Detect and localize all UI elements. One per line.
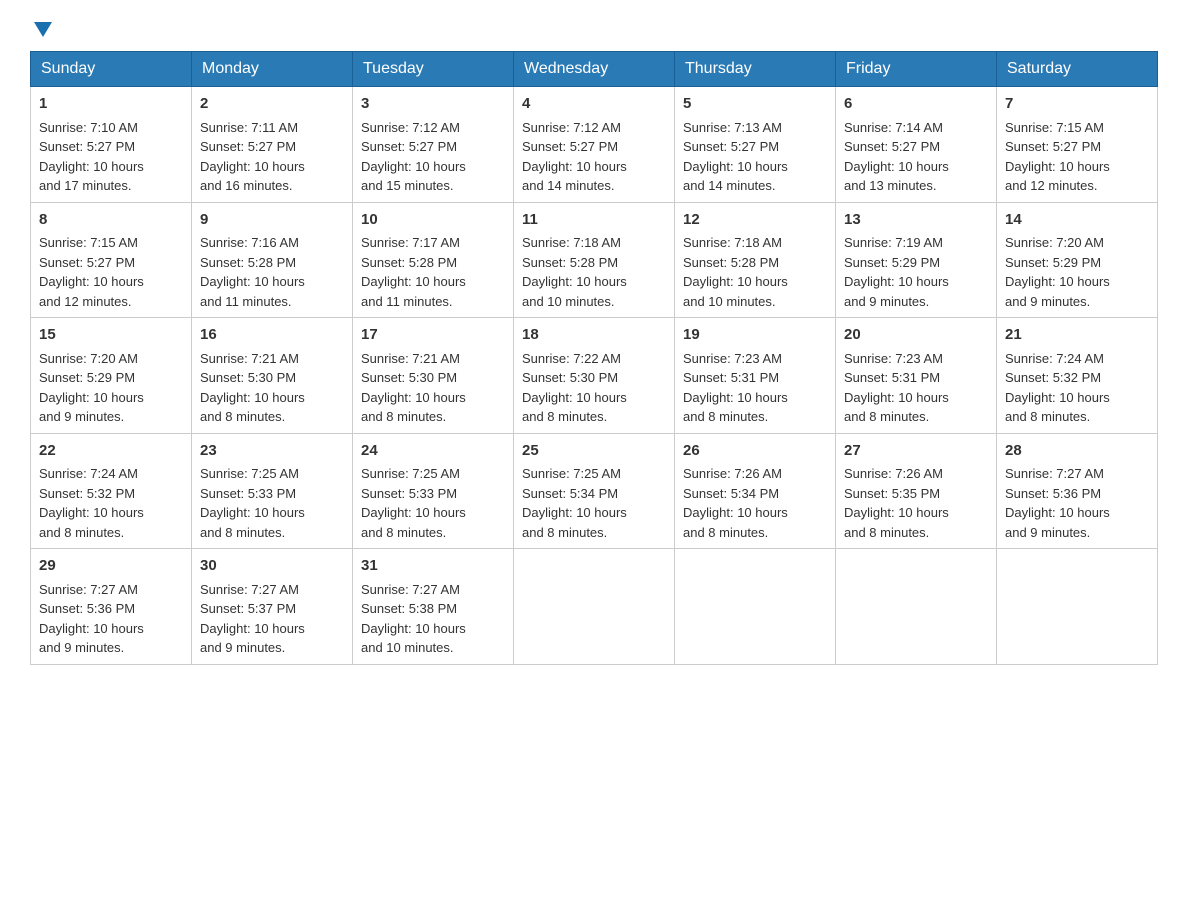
- calendar-cell: 17Sunrise: 7:21 AMSunset: 5:30 PMDayligh…: [353, 318, 514, 434]
- logo-triangle-icon: [34, 22, 52, 37]
- day-number: 29: [39, 555, 183, 578]
- day-header-monday: Monday: [192, 52, 353, 87]
- calendar-cell: 8Sunrise: 7:15 AMSunset: 5:27 PMDaylight…: [31, 202, 192, 318]
- day-number: 22: [39, 440, 183, 463]
- day-header-tuesday: Tuesday: [353, 52, 514, 87]
- calendar-cell: 31Sunrise: 7:27 AMSunset: 5:38 PMDayligh…: [353, 549, 514, 665]
- calendar-cell: 25Sunrise: 7:25 AMSunset: 5:34 PMDayligh…: [514, 433, 675, 549]
- calendar-cell: 12Sunrise: 7:18 AMSunset: 5:28 PMDayligh…: [675, 202, 836, 318]
- day-number: 1: [39, 93, 183, 116]
- calendar-cell: 21Sunrise: 7:24 AMSunset: 5:32 PMDayligh…: [997, 318, 1158, 434]
- day-number: 3: [361, 93, 505, 116]
- day-header-saturday: Saturday: [997, 52, 1158, 87]
- day-number: 8: [39, 209, 183, 232]
- day-number: 23: [200, 440, 344, 463]
- calendar-cell: [514, 549, 675, 665]
- day-number: 15: [39, 324, 183, 347]
- day-header-friday: Friday: [836, 52, 997, 87]
- calendar-cell: 10Sunrise: 7:17 AMSunset: 5:28 PMDayligh…: [353, 202, 514, 318]
- calendar-cell: 11Sunrise: 7:18 AMSunset: 5:28 PMDayligh…: [514, 202, 675, 318]
- day-number: 16: [200, 324, 344, 347]
- day-number: 24: [361, 440, 505, 463]
- calendar-cell: 16Sunrise: 7:21 AMSunset: 5:30 PMDayligh…: [192, 318, 353, 434]
- calendar-cell: 29Sunrise: 7:27 AMSunset: 5:36 PMDayligh…: [31, 549, 192, 665]
- calendar-cell: 24Sunrise: 7:25 AMSunset: 5:33 PMDayligh…: [353, 433, 514, 549]
- calendar-week-row: 22Sunrise: 7:24 AMSunset: 5:32 PMDayligh…: [31, 433, 1158, 549]
- day-number: 4: [522, 93, 666, 116]
- day-number: 17: [361, 324, 505, 347]
- day-number: 5: [683, 93, 827, 116]
- calendar-cell: 7Sunrise: 7:15 AMSunset: 5:27 PMDaylight…: [997, 87, 1158, 203]
- day-number: 20: [844, 324, 988, 347]
- calendar-cell: 15Sunrise: 7:20 AMSunset: 5:29 PMDayligh…: [31, 318, 192, 434]
- calendar-cell: 26Sunrise: 7:26 AMSunset: 5:34 PMDayligh…: [675, 433, 836, 549]
- day-number: 2: [200, 93, 344, 116]
- day-number: 14: [1005, 209, 1149, 232]
- calendar-header-row: SundayMondayTuesdayWednesdayThursdayFrid…: [31, 52, 1158, 87]
- calendar-cell: 30Sunrise: 7:27 AMSunset: 5:37 PMDayligh…: [192, 549, 353, 665]
- calendar-cell: 14Sunrise: 7:20 AMSunset: 5:29 PMDayligh…: [997, 202, 1158, 318]
- calendar-cell: 22Sunrise: 7:24 AMSunset: 5:32 PMDayligh…: [31, 433, 192, 549]
- day-header-sunday: Sunday: [31, 52, 192, 87]
- day-number: 12: [683, 209, 827, 232]
- calendar-cell: 2Sunrise: 7:11 AMSunset: 5:27 PMDaylight…: [192, 87, 353, 203]
- day-number: 21: [1005, 324, 1149, 347]
- calendar-week-row: 1Sunrise: 7:10 AMSunset: 5:27 PMDaylight…: [31, 87, 1158, 203]
- calendar-week-row: 29Sunrise: 7:27 AMSunset: 5:36 PMDayligh…: [31, 549, 1158, 665]
- logo: [30, 20, 52, 35]
- calendar-cell: 19Sunrise: 7:23 AMSunset: 5:31 PMDayligh…: [675, 318, 836, 434]
- day-number: 25: [522, 440, 666, 463]
- day-number: 30: [200, 555, 344, 578]
- calendar-cell: [836, 549, 997, 665]
- day-header-thursday: Thursday: [675, 52, 836, 87]
- day-number: 19: [683, 324, 827, 347]
- calendar-cell: 23Sunrise: 7:25 AMSunset: 5:33 PMDayligh…: [192, 433, 353, 549]
- calendar-cell: 28Sunrise: 7:27 AMSunset: 5:36 PMDayligh…: [997, 433, 1158, 549]
- day-number: 27: [844, 440, 988, 463]
- calendar-week-row: 15Sunrise: 7:20 AMSunset: 5:29 PMDayligh…: [31, 318, 1158, 434]
- day-number: 7: [1005, 93, 1149, 116]
- day-number: 31: [361, 555, 505, 578]
- calendar-cell: 18Sunrise: 7:22 AMSunset: 5:30 PMDayligh…: [514, 318, 675, 434]
- calendar-table: SundayMondayTuesdayWednesdayThursdayFrid…: [30, 51, 1158, 665]
- day-number: 6: [844, 93, 988, 116]
- calendar-cell: 1Sunrise: 7:10 AMSunset: 5:27 PMDaylight…: [31, 87, 192, 203]
- calendar-cell: 13Sunrise: 7:19 AMSunset: 5:29 PMDayligh…: [836, 202, 997, 318]
- day-header-wednesday: Wednesday: [514, 52, 675, 87]
- day-number: 11: [522, 209, 666, 232]
- calendar-cell: 6Sunrise: 7:14 AMSunset: 5:27 PMDaylight…: [836, 87, 997, 203]
- calendar-cell: 5Sunrise: 7:13 AMSunset: 5:27 PMDaylight…: [675, 87, 836, 203]
- calendar-cell: 3Sunrise: 7:12 AMSunset: 5:27 PMDaylight…: [353, 87, 514, 203]
- calendar-cell: 27Sunrise: 7:26 AMSunset: 5:35 PMDayligh…: [836, 433, 997, 549]
- page-header: [30, 20, 1158, 35]
- calendar-cell: 20Sunrise: 7:23 AMSunset: 5:31 PMDayligh…: [836, 318, 997, 434]
- calendar-cell: 9Sunrise: 7:16 AMSunset: 5:28 PMDaylight…: [192, 202, 353, 318]
- day-number: 10: [361, 209, 505, 232]
- day-number: 28: [1005, 440, 1149, 463]
- day-number: 9: [200, 209, 344, 232]
- calendar-cell: 4Sunrise: 7:12 AMSunset: 5:27 PMDaylight…: [514, 87, 675, 203]
- calendar-week-row: 8Sunrise: 7:15 AMSunset: 5:27 PMDaylight…: [31, 202, 1158, 318]
- day-number: 26: [683, 440, 827, 463]
- calendar-cell: [997, 549, 1158, 665]
- day-number: 13: [844, 209, 988, 232]
- calendar-cell: [675, 549, 836, 665]
- day-number: 18: [522, 324, 666, 347]
